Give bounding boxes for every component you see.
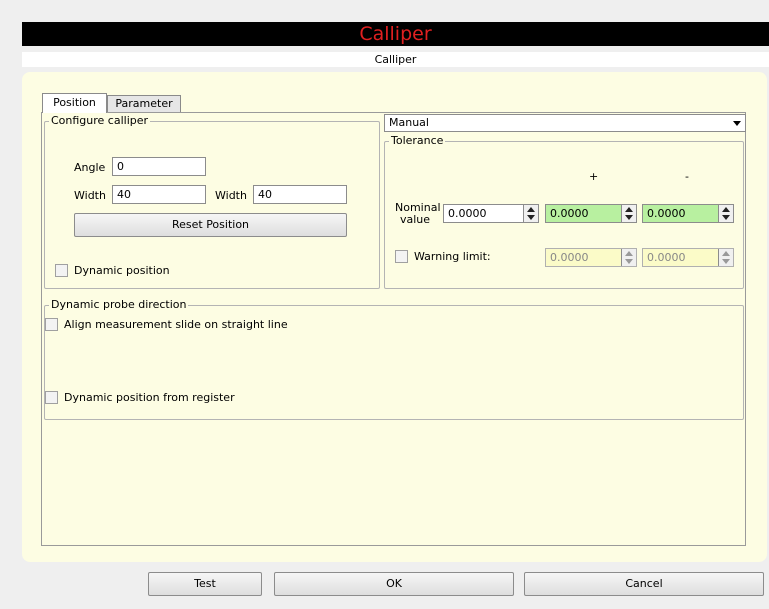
warning-plus-spinbox[interactable]: 0.0000 <box>545 248 637 267</box>
test-button[interactable]: Test <box>148 572 262 596</box>
arrow-up-icon[interactable] <box>625 207 633 212</box>
position-from-register-checkbox[interactable] <box>45 391 58 404</box>
mode-select[interactable]: Manual <box>384 114 746 132</box>
tolerance-title: Tolerance <box>389 134 446 147</box>
minus-header: - <box>685 170 689 183</box>
angle-input[interactable]: 0 <box>112 157 206 176</box>
align-slide-label: Align measurement slide on straight line <box>64 318 288 331</box>
warning-plus-value: 0.0000 <box>550 251 589 264</box>
spin-arrows-icon[interactable] <box>718 249 733 266</box>
dynamic-probe-title: Dynamic probe direction <box>49 298 189 311</box>
dynamic-position-checkbox[interactable] <box>55 264 68 277</box>
window-title: Calliper <box>22 22 769 46</box>
cancel-button[interactable]: Cancel <box>524 572 764 596</box>
window-subtitle: Calliper <box>22 52 769 67</box>
width-input-2[interactable]: 40 <box>253 185 347 204</box>
spin-arrows-icon[interactable] <box>718 205 733 222</box>
arrow-up-icon[interactable] <box>722 207 730 212</box>
tab-position[interactable]: Position <box>42 93 107 113</box>
arrow-up-icon[interactable] <box>722 251 730 256</box>
nominal-value-spinbox[interactable]: 0.0000 <box>443 204 539 223</box>
warning-minus-value: 0.0000 <box>647 251 686 264</box>
minus-tolerance-spinbox[interactable]: 0.0000 <box>642 204 734 223</box>
arrow-down-icon[interactable] <box>527 215 535 220</box>
spin-arrows-icon[interactable] <box>523 205 538 222</box>
plus-tolerance-spinbox[interactable]: 0.0000 <box>545 204 637 223</box>
spin-arrows-icon[interactable] <box>621 249 636 266</box>
nominal-value: 0.0000 <box>448 207 487 220</box>
arrow-down-icon[interactable] <box>625 215 633 220</box>
arrow-up-icon[interactable] <box>625 251 633 256</box>
nominal-label: Nominal value <box>395 202 441 226</box>
configure-calliper-title: Configure calliper <box>49 114 151 127</box>
spin-arrows-icon[interactable] <box>621 205 636 222</box>
plus-header: + <box>589 170 599 183</box>
chevron-down-icon <box>733 121 741 126</box>
position-from-register-label: Dynamic position from register <box>64 391 235 404</box>
warning-limit-label: Warning limit: <box>414 250 491 263</box>
warning-limit-checkbox[interactable] <box>395 250 408 263</box>
tab-parameter[interactable]: Parameter <box>107 95 181 112</box>
mode-select-value: Manual <box>389 116 429 129</box>
arrow-down-icon[interactable] <box>625 259 633 264</box>
width-label-1: Width <box>74 189 106 202</box>
warning-minus-spinbox[interactable]: 0.0000 <box>642 248 734 267</box>
width-label-2: Width <box>215 189 247 202</box>
arrow-up-icon[interactable] <box>527 207 535 212</box>
dynamic-position-label: Dynamic position <box>74 264 170 277</box>
ok-button[interactable]: OK <box>274 572 514 596</box>
minus-tolerance-value: 0.0000 <box>647 207 686 220</box>
reset-position-button[interactable]: Reset Position <box>74 213 347 237</box>
plus-tolerance-value: 0.0000 <box>550 207 589 220</box>
nominal-label-line2: value <box>399 213 431 226</box>
align-slide-checkbox[interactable] <box>45 318 58 331</box>
angle-label: Angle <box>74 161 106 174</box>
arrow-down-icon[interactable] <box>722 215 730 220</box>
arrow-down-icon[interactable] <box>722 259 730 264</box>
width-input-1[interactable]: 40 <box>112 185 206 204</box>
